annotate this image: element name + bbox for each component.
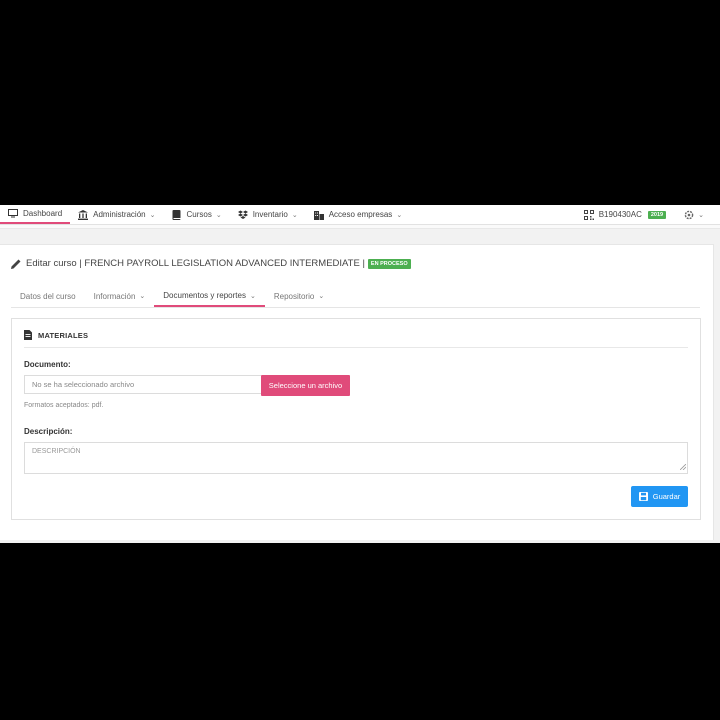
accepted-formats-hint: Formatos aceptados: pdf. [24,402,104,409]
page-title: Editar curso | FRENCH PAYROLL LEGISLATIO… [11,258,411,269]
nav-dashboard[interactable]: Dashboard [0,205,71,224]
monitor-icon [8,209,18,219]
settings-menu[interactable]: ⌄ [684,210,704,220]
chevron-down-icon: ⌄ [149,211,156,219]
chevron-down-icon: ⌄ [396,211,403,219]
qr-code-icon [583,209,594,220]
tab-label: Repositorio [273,291,315,301]
description-textarea[interactable]: DESCRIPCIÓN [24,442,688,474]
nav-dashboard-label: Dashboard [23,209,63,218]
tab-documentos-y-reportes[interactable]: Documentos y reportes ⌄ [154,286,265,307]
nav-administracion-label: Administración [93,210,146,219]
dropbox-icon [237,210,248,220]
document-label: Documento: [24,360,71,369]
book-icon [171,209,181,220]
nav-acceso-empresas[interactable]: Acceso empresas ⌄ [306,205,410,224]
tab-datos-del-curso[interactable]: Datos del curso [11,286,85,306]
nav-cursos-label: Cursos [186,210,212,219]
tab-label: Documentos y reportes [163,291,246,300]
tab-repositorio[interactable]: Repositorio ⌄ [265,286,333,306]
chevron-down-icon: ⌄ [139,293,146,300]
page-title-text: Editar curso | FRENCH PAYROLL LEGISLATIO… [26,258,365,269]
app-screen: Dashboard Administración ⌄ Cursos ⌄ Inve… [0,205,720,543]
divider [24,347,688,348]
nav-inventario-label: Inventario [252,210,288,219]
chevron-down-icon: ⌄ [698,211,704,219]
year-badge: 2019 [647,210,667,219]
top-navigation: Dashboard Administración ⌄ Cursos ⌄ Inve… [0,205,720,225]
tab-label: Datos del curso [20,291,76,301]
nav-inventario[interactable]: Inventario ⌄ [230,205,306,224]
edit-course-card: Editar curso | FRENCH PAYROLL LEGISLATIO… [0,244,714,540]
materials-heading-text: MATERIALES [38,330,89,340]
nav-cursos[interactable]: Cursos ⌄ [163,205,229,224]
nav-right-section: B190430AC 2019 ⌄ [583,205,720,224]
floppy-disk-icon [638,492,648,501]
status-badge: EN PROCESO [367,258,411,269]
course-code: B190430AC [598,210,642,219]
chevron-down-icon: ⌄ [215,211,222,219]
document-icon [24,330,32,340]
building-icon [313,210,324,220]
description-label: Descripción: [24,427,73,436]
description-placeholder: DESCRIPCIÓN [32,448,81,455]
chevron-down-icon: ⌄ [249,292,256,300]
bank-icon [78,209,89,220]
file-placeholder: No se ha seleccionado archivo [32,380,135,389]
file-name-field[interactable]: No se ha seleccionado archivo [24,375,261,394]
nav-acceso-empresas-label: Acceso empresas [328,210,393,219]
gear-icon [684,210,694,220]
course-tabs: Datos del curso Información ⌄ Documentos… [11,286,700,308]
save-button[interactable]: Guardar [631,486,688,507]
chevron-down-icon: ⌄ [318,293,325,300]
save-button-label: Guardar [652,492,681,501]
chevron-down-icon: ⌄ [291,211,298,219]
pencil-icon [11,259,21,269]
nav-administracion[interactable]: Administración ⌄ [70,205,163,224]
select-file-button[interactable]: Seleccione un archivo [261,375,350,396]
tab-informacion[interactable]: Información ⌄ [85,286,155,306]
resize-handle-icon[interactable] [679,463,687,472]
materials-panel: MATERIALES Documento: No se ha seleccion… [11,318,701,520]
tab-label: Información [93,291,136,301]
sub-header-strip [0,225,720,229]
materials-heading: MATERIALES [24,330,88,340]
